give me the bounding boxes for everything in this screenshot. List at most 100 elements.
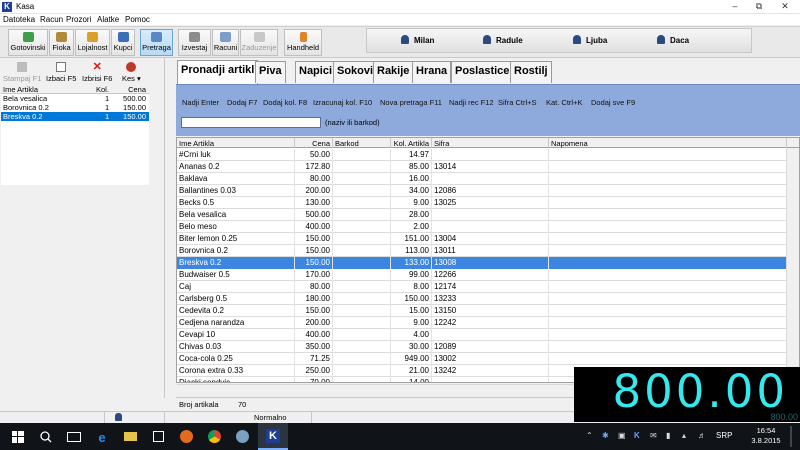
taskbar-firefox[interactable] [172,423,200,450]
toolbar-lojalnost-button[interactable]: Lojalnost [75,29,110,56]
menu-pomoc[interactable]: Pomoc [125,15,150,24]
taskbar-app[interactable] [228,423,256,450]
grid-header-price[interactable]: Cena [295,138,333,148]
grid-row[interactable]: Cedjena narandza 200.00 9.00 12242 [177,317,787,329]
action-sifra[interactable]: Sifra Ctrl+S [498,98,537,107]
user-radule[interactable]: Radule [483,35,523,45]
taskbar-store[interactable] [144,423,172,450]
restore-button[interactable]: ⧉ [746,0,772,14]
cash-icon [22,32,34,42]
grid-row[interactable]: Biter lemon 0.25 150.00 151.00 13004 [177,233,787,245]
tab-rostilj[interactable]: Rostilj [510,61,552,83]
taskbar-explorer[interactable] [116,423,144,450]
grid-row[interactable]: Ballantines 0.03 200.00 34.00 12086 [177,185,787,197]
tab-sokovi[interactable]: Sokovi [333,61,378,83]
action-izracunaj-kol[interactable]: Izracunaj kol. F10 [313,98,372,107]
toolbar-kupci-button[interactable]: Kupci [111,29,135,56]
action-kategorija[interactable]: Kat. Ctrl+K [546,98,582,107]
grid-row[interactable]: Borovnica 0.2 150.00 113.00 13011 [177,245,787,257]
grid-header-name[interactable]: Ime Artikla [177,138,295,148]
user-milan[interactable]: Milan [401,35,434,45]
grid-header-qty[interactable]: Kol. Artikla [391,138,432,148]
tray-app-icon[interactable]: ▣ [618,431,626,440]
user-daca[interactable]: Daca [657,35,689,45]
network-icon[interactable]: ▴ [682,431,686,440]
tab-piva[interactable]: Piva [255,61,286,83]
action-nova-pretraga[interactable]: Nova pretraga F11 [380,98,442,107]
action-nadji-rec[interactable]: Nadji rec F12 [449,98,494,107]
grid-header-code[interactable]: Sifra [432,138,549,148]
bluetooth-icon[interactable]: ✱ [602,431,609,440]
grid-cell-barcode [333,173,391,185]
grid-row[interactable]: Bela vesalica 500.00 28.00 [177,209,787,221]
toolbar-racuni-button[interactable]: Racuni [212,29,239,56]
menu-datoteka[interactable]: Datoteka [3,15,35,24]
grid-row[interactable]: Chivas 0.03 350.00 30.00 12089 [177,341,787,353]
grid-cell-code [432,173,549,185]
chrome-icon [207,430,221,443]
tab-napici[interactable]: Napici [295,61,337,83]
kasa-tray-icon[interactable]: K [634,431,640,440]
taskbar-chrome[interactable] [200,423,228,450]
grid-cell-code: 12089 [432,341,549,353]
grid-row[interactable]: Belo meso 400.00 2.00 [177,221,787,233]
tab-hrana[interactable]: Hrana [412,61,452,83]
show-desktop-button[interactable] [790,426,792,447]
menu-prozori[interactable]: Prozori [66,15,91,24]
menu-alatke[interactable]: Alatke [97,15,119,24]
tab-pronadji-artikl[interactable]: Pronadji artikl [177,60,259,84]
grid-row-selected[interactable]: Breskva 0.2 150.00 133.00 13008 [177,257,787,269]
grid-row[interactable]: Baklava 80.00 16.00 [177,173,787,185]
action-dodaj[interactable]: Dodaj F7 [227,98,257,107]
volume-icon[interactable]: ♬ [698,431,706,440]
grid-vertical-scrollbar[interactable] [786,148,799,384]
cart-row[interactable]: Borovnica 0.2 1 150.00 [1,103,149,112]
search-input[interactable] [181,117,321,128]
taskbar-search-button[interactable] [32,423,60,450]
clock-time[interactable]: 16:54 [748,426,784,435]
battery-icon[interactable]: ▮ [666,431,670,440]
windows-start-button[interactable] [4,423,32,450]
toolbar-pretraga-button[interactable]: Pretraga [140,29,173,56]
toolbar-zaduzenje-button[interactable]: Zaduzenje [240,29,278,56]
action-dodaj-sve[interactable]: Dodaj sve F9 [591,98,635,107]
close-button[interactable]: ✕ [772,0,798,14]
grid-row[interactable]: Ananas 0.2 172.80 85.00 13014 [177,161,787,173]
language-indicator[interactable]: SRP [716,431,732,440]
menu-racun[interactable]: Racun [40,15,63,24]
user-ljuba[interactable]: Ljuba [573,35,607,45]
grid-header-note[interactable]: Napomena [549,138,787,148]
grid-row[interactable]: Carlsberg 0.5 180.00 150.00 13233 [177,293,787,305]
grid-row[interactable]: #Crni luk 50.00 14.97 [177,149,787,161]
print-button[interactable]: Stampaj F1 [3,62,41,83]
cart-row-selected[interactable]: Breskva 0.2 1 150.00 [1,112,149,121]
tab-poslastice[interactable]: Poslastice [451,61,514,83]
grid-row[interactable]: Coca-cola 0.25 71.25 949.00 13002 [177,353,787,365]
grid-header-barcode[interactable]: Barkod [333,138,391,148]
grid-row[interactable]: Cevapi 10 400.00 4.00 [177,329,787,341]
eject-button[interactable]: Izbaci F5 [46,62,76,83]
grid-row[interactable]: Budwaiser 0.5 170.00 99.00 12266 [177,269,787,281]
clock-date[interactable]: 3.8.2015 [748,436,784,445]
cart-row[interactable]: Bela vesalica 1 500.00 [1,94,149,103]
toolbar-handheld-button[interactable]: Handheld [284,29,322,56]
action-nadji[interactable]: Nadji Enter [182,98,219,107]
action-dodaj-kol[interactable]: Dodaj kol. F8 [263,98,307,107]
minimize-button[interactable]: – [722,0,748,14]
grid-cell-name: Carlsberg 0.5 [177,293,295,305]
windows-logo-icon [12,431,24,443]
tab-rakije[interactable]: Rakije [373,61,414,83]
delete-button[interactable]: ✕ Izbrisi F6 [82,62,112,84]
toolbar-fioka-button[interactable]: Fioka [49,29,74,56]
toolbar-izvestaj-button[interactable]: Izvestaj [178,29,211,56]
toolbar-gotovinski-button[interactable]: Gotovinski [8,29,48,56]
grid-row[interactable]: Becks 0.5 130.00 9.00 13025 [177,197,787,209]
taskbar-kasa[interactable]: K [258,423,288,450]
taskbar-edge[interactable]: e [88,423,116,450]
task-view-button[interactable] [60,423,88,450]
grid-row[interactable]: Cedevita 0.2 150.00 15.00 13150 [177,305,787,317]
tray-chevron-icon[interactable]: ⌃ [586,431,593,440]
cash-button[interactable]: Kes ▾ [122,62,141,83]
grid-row[interactable]: Caj 80.00 8.00 12174 [177,281,787,293]
notification-icon[interactable]: ✉ [650,431,657,440]
